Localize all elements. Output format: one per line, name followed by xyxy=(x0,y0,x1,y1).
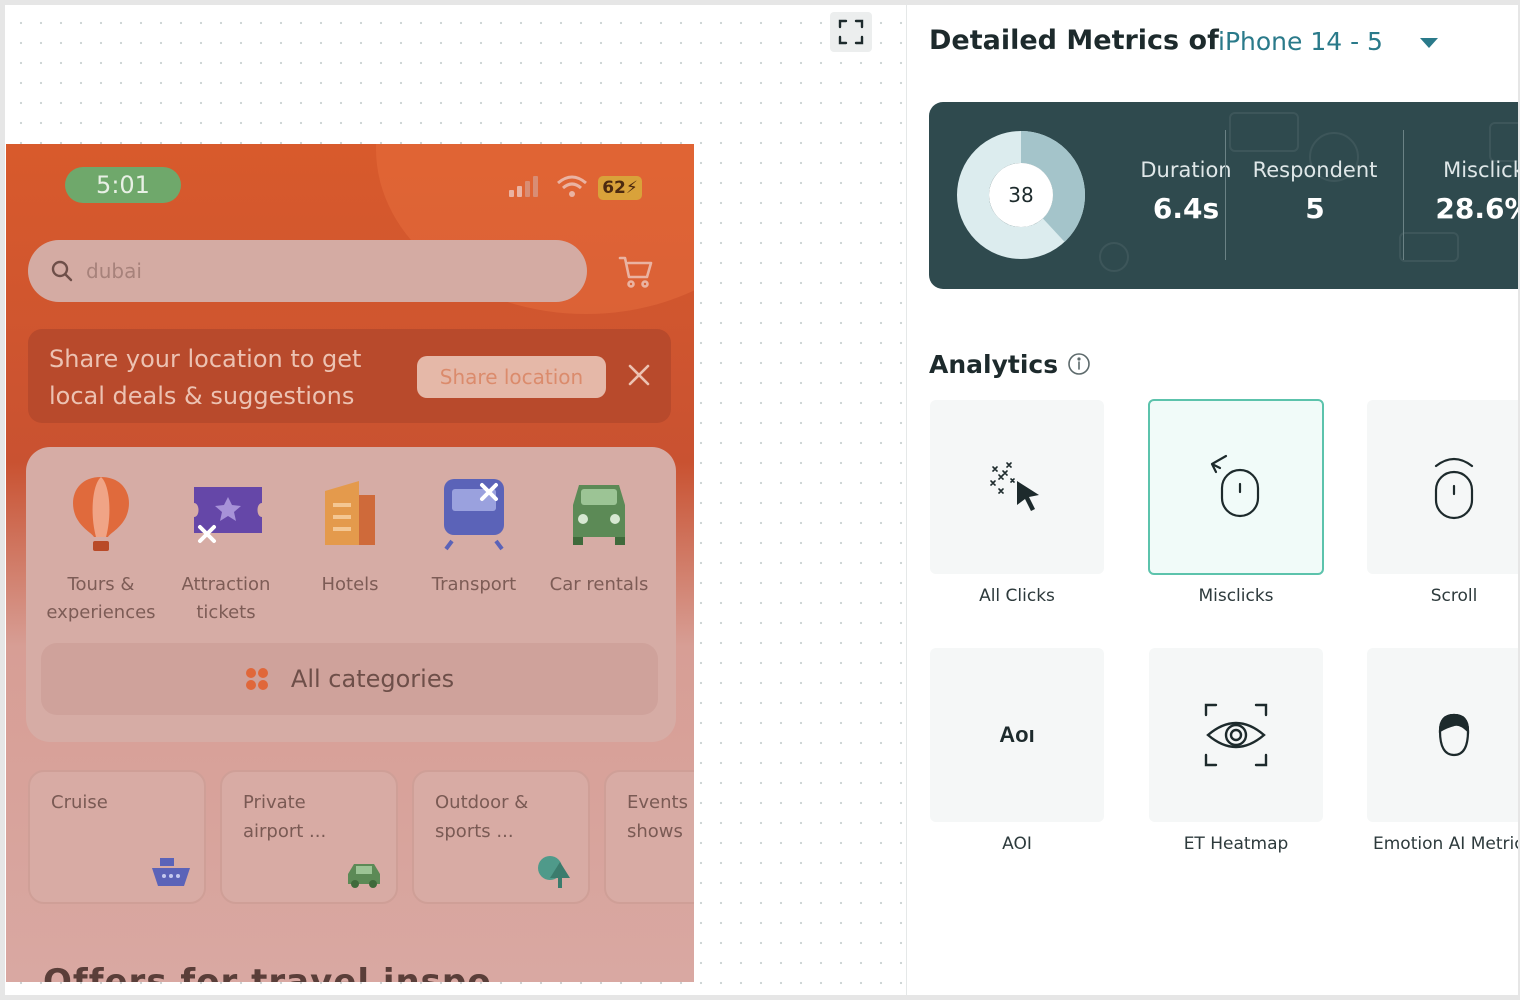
analytics-title: Analytics xyxy=(929,350,1059,379)
category-attractions[interactable]: Attraction tickets xyxy=(161,475,291,627)
hotel-icon xyxy=(325,481,375,545)
car-icon xyxy=(573,485,625,545)
metric-misclick: Misclick 28.6% xyxy=(1429,158,1518,225)
tree-icon xyxy=(538,856,570,888)
subcategory-label: Private xyxy=(243,792,306,813)
metric-label: Misclick xyxy=(1443,158,1518,182)
tile-label: ET Heatmap xyxy=(1183,834,1289,854)
ship-icon xyxy=(152,858,190,886)
tile-label: AOI xyxy=(1002,834,1032,854)
close-icon[interactable] xyxy=(626,362,652,388)
category-tours[interactable]: Tours & experiences xyxy=(36,475,166,627)
subcategory-events[interactable]: Events shows xyxy=(604,770,694,904)
category-transport[interactable]: Transport xyxy=(409,475,539,599)
tile-label: All Clicks xyxy=(979,586,1055,606)
tile-aoi[interactable]: Aoı xyxy=(930,648,1104,822)
all-clicks-icon xyxy=(990,462,1039,511)
tile-scroll[interactable] xyxy=(1367,400,1518,574)
metrics-card: 38 Duration 6.4s Respondent 5 Misclick 2… xyxy=(929,102,1518,289)
subcategory-label: airport ... xyxy=(243,821,327,842)
category-label: tickets xyxy=(196,602,256,623)
panel-title: Detailed Metrics of xyxy=(929,25,1219,56)
tile-all-clicks[interactable] xyxy=(930,400,1104,574)
subcategory-label: shows xyxy=(627,821,683,842)
category-label: Car rentals xyxy=(549,574,649,595)
metric-label: Respondent xyxy=(1252,158,1378,182)
train-icon xyxy=(444,479,504,551)
metric-duration: Duration 6.4s xyxy=(1111,158,1261,225)
subcategory-outdoor[interactable]: Outdoor & sports ... xyxy=(412,770,590,904)
car-icon xyxy=(348,864,380,888)
metric-value: 28.6% xyxy=(1435,192,1518,225)
share-location-button[interactable]: Share location xyxy=(417,356,606,398)
metric-value: 5 xyxy=(1305,192,1325,225)
category-label: experiences xyxy=(46,602,156,623)
info-icon[interactable] xyxy=(1067,352,1091,376)
subcategory-cruise[interactable]: Cruise xyxy=(28,770,206,904)
expand-icon xyxy=(838,19,864,45)
metrics-panel: Detailed Metrics of iPhone 14 - 5 38 Dur… xyxy=(907,5,1518,995)
search-query: dubai xyxy=(86,259,142,283)
aoi-icon: Aoı xyxy=(999,722,1035,747)
category-label: Transport xyxy=(431,574,517,595)
subcategory-label: Cruise xyxy=(51,792,108,813)
tile-emotion-ai[interactable] xyxy=(1367,648,1518,822)
app-frame: 5:01 62⚡ dubai Share your location to ge… xyxy=(5,5,1518,995)
scroll-icon xyxy=(1434,457,1474,520)
device-selector[interactable]: iPhone 14 - 5 xyxy=(1218,27,1383,56)
cart-icon[interactable] xyxy=(618,255,654,289)
category-label: Hotels xyxy=(321,574,379,595)
misclicks-icon xyxy=(1210,454,1260,518)
category-hotels[interactable]: Hotels xyxy=(285,475,415,599)
preview-canvas: 5:01 62⚡ dubai Share your location to ge… xyxy=(5,5,908,995)
balloon-icon xyxy=(73,477,129,551)
metric-respondent: Respondent 5 xyxy=(1247,158,1383,225)
metric-value: 6.4s xyxy=(1152,192,1220,225)
tile-label: Misclicks xyxy=(1198,586,1274,606)
subcategory-label: sports ... xyxy=(435,821,514,842)
grid-dots-icon xyxy=(245,668,268,690)
subcategory-label: Events xyxy=(627,792,688,813)
subcategory-airport[interactable]: Private airport ... xyxy=(220,770,398,904)
tile-label: Emotion AI Metric xyxy=(1373,834,1518,854)
category-label: Tours & xyxy=(67,574,135,595)
subcategory-label: Outdoor & xyxy=(435,792,529,813)
signal-icon xyxy=(509,176,538,197)
offers-heading: Offers for travel inspo xyxy=(43,962,492,982)
chevron-down-icon[interactable] xyxy=(1420,38,1438,48)
category-label: Attraction xyxy=(181,574,271,595)
misclick-donut-chart: 38 xyxy=(957,131,1085,259)
battery-indicator: 62⚡ xyxy=(598,176,642,200)
emotion-icon xyxy=(1438,713,1470,757)
all-categories-label: All categories xyxy=(290,665,455,693)
category-car-rentals[interactable]: Car rentals xyxy=(534,475,664,599)
tile-label: Scroll xyxy=(1430,586,1478,606)
search-icon xyxy=(51,260,73,282)
wifi-icon xyxy=(557,175,587,197)
donut-value: 38 xyxy=(1008,183,1033,207)
status-time: 5:01 xyxy=(65,167,181,203)
tile-misclicks[interactable] xyxy=(1148,399,1324,575)
all-categories-button[interactable]: All categories xyxy=(41,643,658,715)
ticket-icon xyxy=(194,487,262,543)
tile-et-heatmap[interactable] xyxy=(1149,648,1323,822)
fullscreen-button[interactable] xyxy=(830,12,872,52)
location-banner: Share your location to get local deals &… xyxy=(28,329,671,423)
category-card: Tours & experiences Attraction tickets H… xyxy=(26,447,676,742)
phone-screenshot: 5:01 62⚡ dubai Share your location to ge… xyxy=(6,144,694,982)
location-prompt: Share your location to get local deals &… xyxy=(49,345,362,410)
search-bar[interactable]: dubai xyxy=(28,240,587,302)
eye-tracking-icon xyxy=(1204,703,1268,767)
metric-label: Duration xyxy=(1140,158,1232,182)
